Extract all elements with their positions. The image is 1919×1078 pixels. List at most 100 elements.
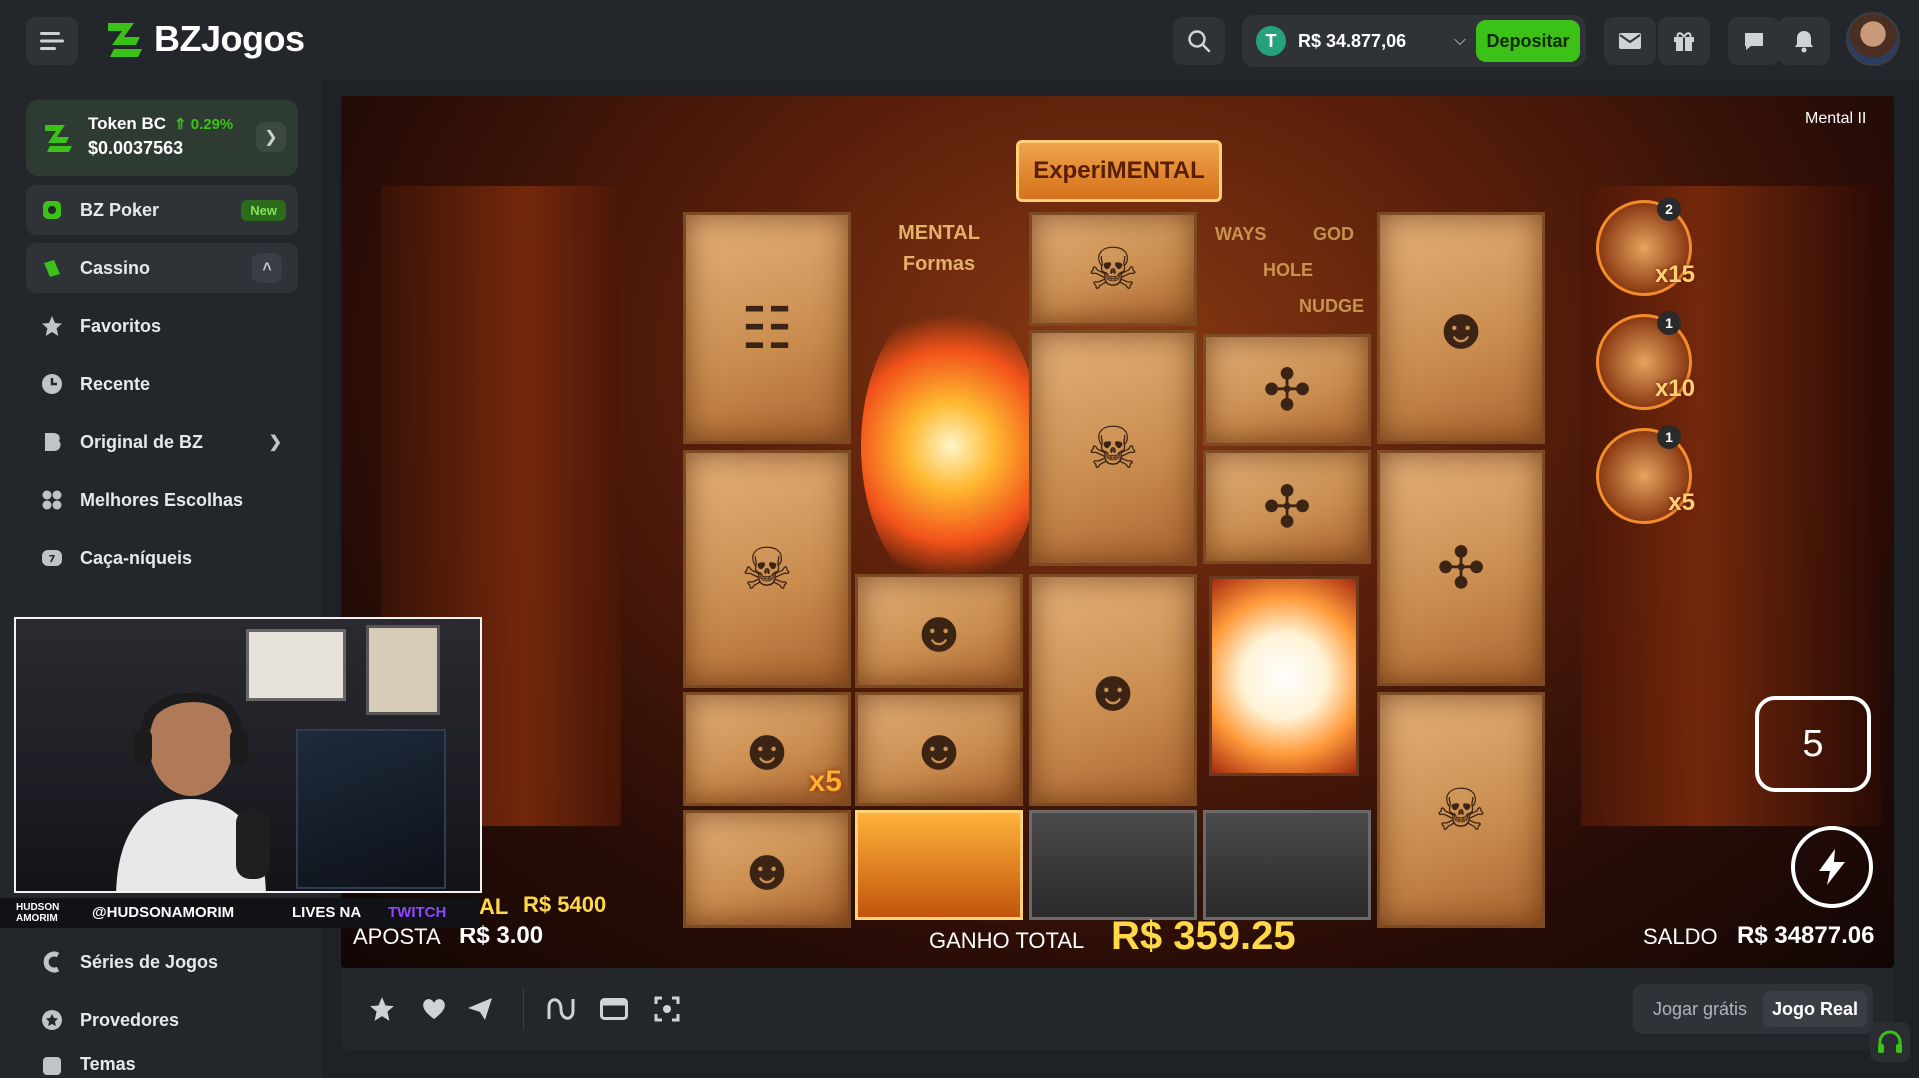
experimental-banner: ExperiMENTAL [1016, 140, 1222, 202]
chevron-right-icon[interactable]: ❯ [256, 122, 286, 152]
stream-caption-bar: HUDSON AMORIM @HUDSONAMORIM LIVES NA TWI… [0, 898, 480, 928]
sidebar-item-cassino[interactable]: Cassino ˄ [26, 243, 298, 293]
notifications-button[interactable] [1778, 17, 1830, 65]
like-button[interactable] [419, 994, 449, 1024]
play-mode-switch[interactable]: Jogar grátis Jogo Real [1633, 984, 1873, 1034]
search-icon [1188, 30, 1211, 53]
symbol-foot: ✣ [1203, 334, 1371, 446]
skull-icon: ☠ [1087, 416, 1139, 481]
ways-label: WAYS [1215, 224, 1267, 244]
sidebar-item-temas[interactable]: Temas [26, 1050, 298, 1078]
multiplier-token: 2 x15 [1596, 197, 1695, 296]
hole-label: HOLE [1263, 260, 1314, 280]
rewards-button[interactable] [1658, 17, 1710, 65]
ribcage-icon: ☷ [741, 296, 793, 361]
nudge-label: NUDGE [1299, 296, 1365, 316]
skull-icon: ☠ [1435, 778, 1487, 843]
chevron-up-icon[interactable]: ˄ [252, 253, 282, 283]
lives-label: LIVES NA [292, 904, 362, 921]
stats-button[interactable] [546, 994, 576, 1024]
multiplier-count: 2 [1657, 197, 1681, 221]
favorite-button[interactable] [367, 994, 397, 1024]
mail-icon [1619, 33, 1641, 49]
play-free-mode[interactable]: Jogar grátis [1641, 991, 1759, 1027]
symbol-girl: ☻ x5 [683, 692, 851, 806]
max-win-label: AL [479, 894, 509, 919]
token-change: ⇑ 0.29% [174, 116, 234, 133]
multiplier-token: 1 x5 [1596, 425, 1695, 524]
multiplier-value: x10 [1654, 375, 1695, 402]
sidebar-item-label: Caça-níqueis [80, 547, 193, 568]
clock-icon [40, 372, 64, 396]
game-toolbar: Jogar grátis Jogo Real [341, 968, 1894, 1050]
token-name: Token BC [88, 114, 167, 133]
bz-logo-icon [108, 23, 142, 57]
tether-coin-icon: T [1256, 26, 1286, 56]
foot-bone-icon: ✣ [1262, 475, 1312, 540]
sidebar-item-melhores-escolhas[interactable]: Melhores Escolhas [26, 475, 298, 525]
symbol-skull: ☠ [683, 450, 851, 688]
share-button[interactable] [465, 994, 495, 1024]
fullscreen-button[interactable] [652, 994, 682, 1024]
chevron-right-icon[interactable]: ❯ [269, 432, 282, 452]
sidebar-item-label: Melhores Escolhas [80, 489, 244, 510]
sidebar-item-original-de-bz[interactable]: Original de BZ ❯ [26, 417, 298, 467]
symbol-foot: ✣ [1203, 450, 1371, 564]
messages-button[interactable] [1604, 17, 1656, 65]
fire-explosion-effect [861, 296, 1041, 596]
chat-icon [1745, 33, 1763, 50]
game-frame[interactable]: Mental II ExperiMENTAL ☷ ☠ ☻ x5 ☻ MENTAL… [341, 96, 1894, 968]
free-spins-counter: 5 [1755, 696, 1871, 792]
total-win-value: R$ 359.25 [1111, 914, 1296, 958]
toolbar-divider [523, 988, 524, 1030]
user-avatar[interactable] [1846, 12, 1900, 66]
sidebar-item-recente[interactable]: Recente [26, 359, 298, 409]
theater-mode-button[interactable] [599, 994, 629, 1024]
wall-frame [366, 625, 440, 715]
wallet-selector[interactable]: T R$ 34.877,06 ⌵ Depositar [1242, 15, 1586, 67]
turbo-button[interactable] [1791, 826, 1873, 908]
foot-bone-icon: ✣ [1436, 536, 1486, 601]
total-win-label: GANHO TOTAL [929, 928, 1085, 953]
star-icon [370, 997, 394, 1021]
symbol-skull: ☠ [1029, 212, 1197, 326]
sidebar-item-provedores[interactable]: Provedores [26, 995, 298, 1045]
streamer-figure [116, 692, 270, 891]
bz-original-icon [40, 430, 64, 454]
symbol-girl: ☻ [1377, 212, 1545, 444]
symbol-ribcage: ☷ [683, 212, 851, 444]
fullscreen-icon [654, 996, 680, 1022]
bell-icon [1795, 31, 1813, 53]
lightning-icon [1819, 849, 1845, 885]
support-button[interactable] [1870, 1022, 1910, 1062]
sidebar-item-caca-niqueis[interactable]: 7 Caça-níqueis [26, 533, 298, 583]
symbol-girl: ☻ [855, 574, 1023, 688]
token-bc-card[interactable]: Token BC ⇑ 0.29% $0.0037563 ❯ [26, 100, 298, 176]
symbol-girl: ☻ [855, 692, 1023, 806]
reel-header-features: WAYS GOD HOLE NUDGE [1203, 212, 1371, 332]
search-button[interactable] [1173, 17, 1225, 65]
chat-button[interactable] [1728, 17, 1780, 65]
mental-label: MENTAL [898, 222, 980, 244]
skull-icon: ☠ [1087, 237, 1139, 302]
multiplier-token: 1 x10 [1596, 311, 1695, 410]
lock-block [1029, 810, 1197, 920]
play-real-mode[interactable]: Jogo Real [1763, 991, 1867, 1027]
sidebar-item-label: Recente [80, 373, 151, 394]
sidebar-item-series-de-jogos[interactable]: Séries de Jogos [26, 937, 298, 987]
god-label: GOD [1313, 224, 1355, 244]
send-icon [468, 998, 492, 1020]
wallet-balance: R$ 34.877,06 [1298, 30, 1407, 51]
sidebar-item-favoritos[interactable]: Favoritos [26, 301, 298, 351]
chevron-down-icon[interactable]: ⌵ [1454, 32, 1466, 50]
brand-logo[interactable]: BZJogos [104, 18, 305, 60]
sidebar-item-label: Original de BZ [80, 431, 204, 452]
sidebar-item-label: Provedores [80, 1009, 180, 1030]
heart-icon [423, 999, 445, 1019]
menu-toggle-button[interactable] [26, 17, 78, 65]
sidebar-item-bz-poker[interactable]: BZ Poker New [26, 185, 298, 235]
deposit-button[interactable]: Depositar [1476, 20, 1580, 62]
multiplier-count: 1 [1657, 425, 1681, 449]
symbol-foot: ✣ [1377, 450, 1545, 686]
sidebar-item-label: Temas [80, 1054, 136, 1074]
